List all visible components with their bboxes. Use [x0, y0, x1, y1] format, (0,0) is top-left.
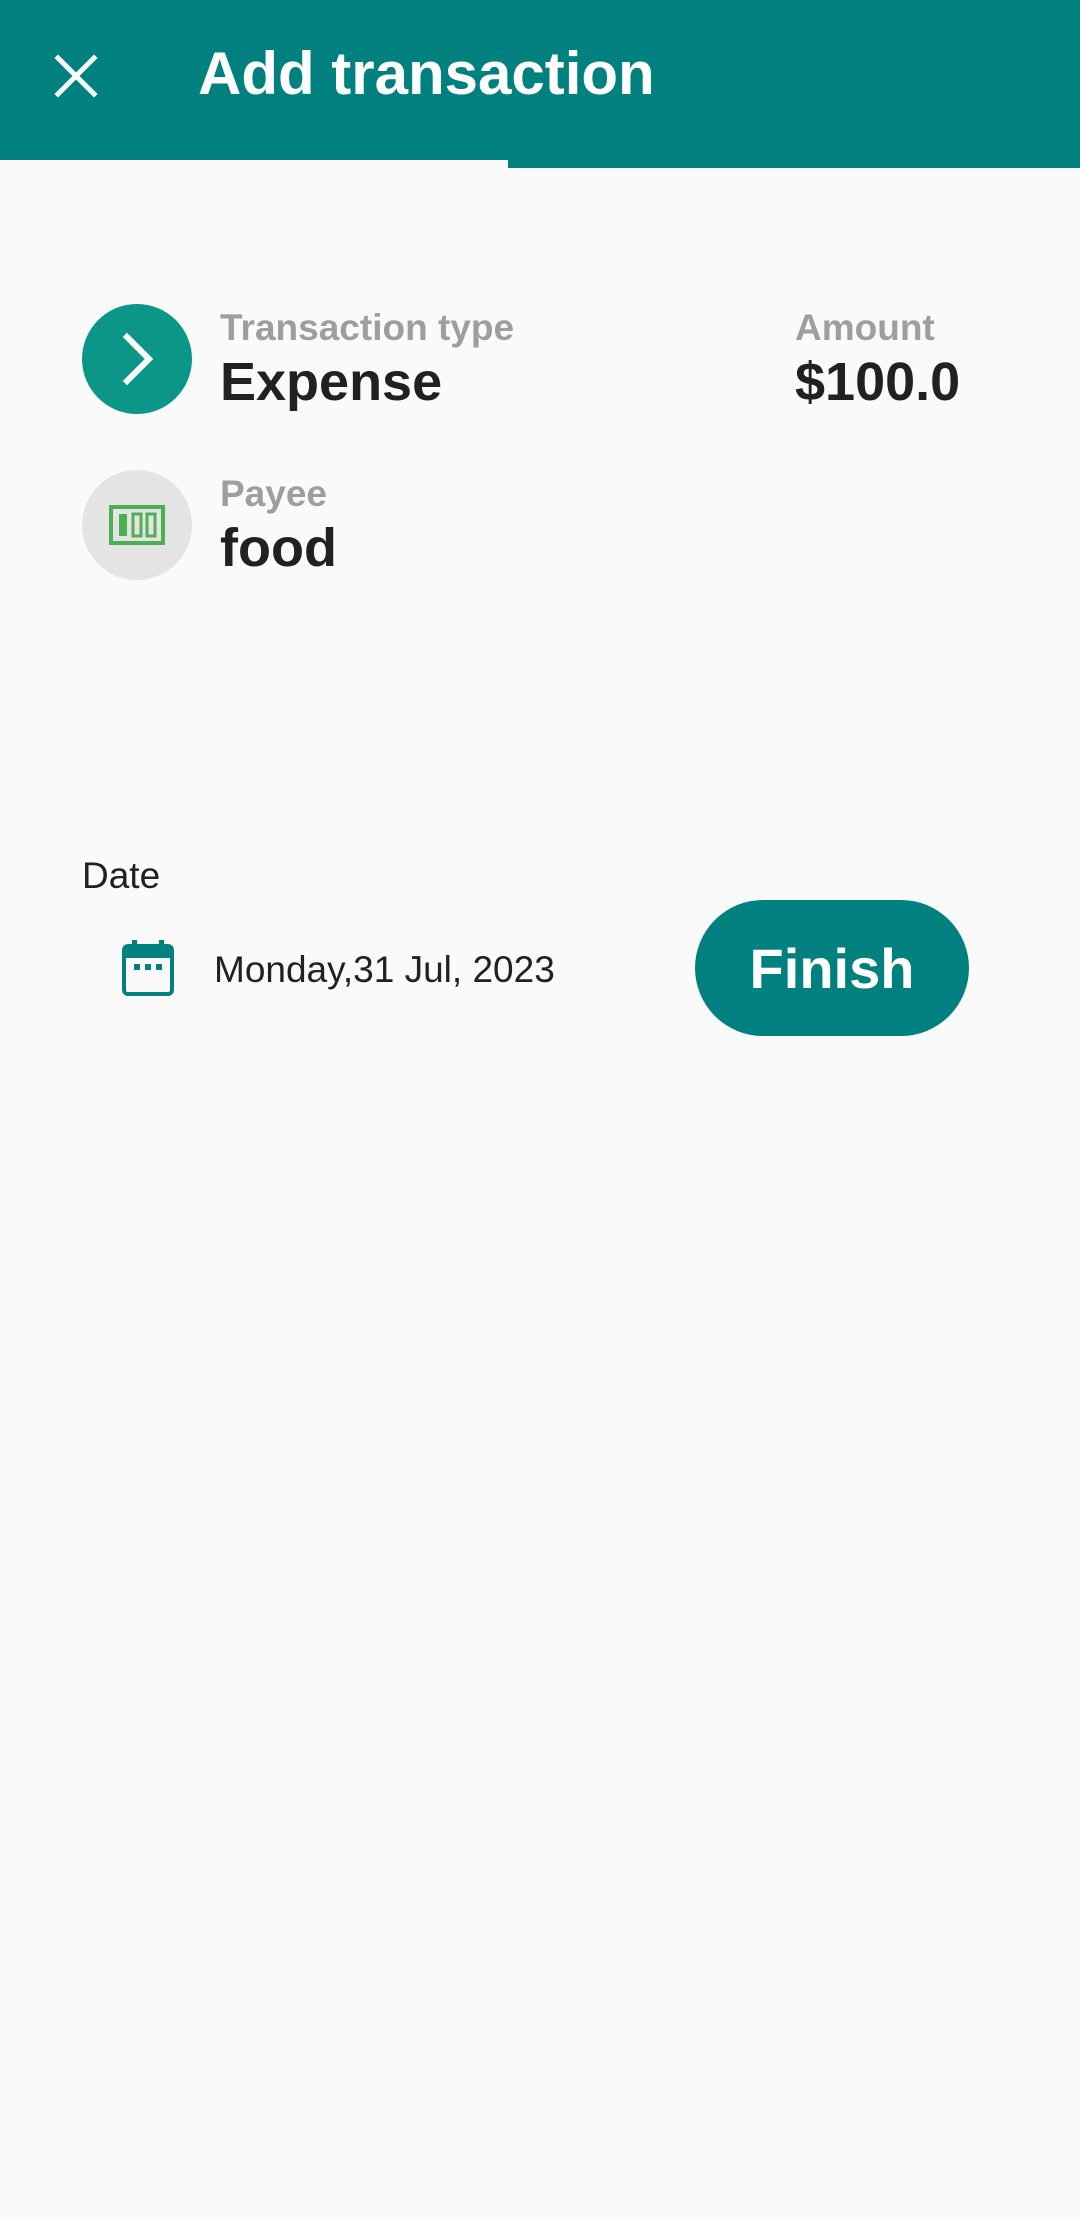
date-label: Date: [82, 855, 161, 896]
transaction-type-avatar: [82, 304, 192, 414]
page-title: Add transaction: [198, 40, 655, 107]
finish-button[interactable]: Finish: [695, 900, 969, 1036]
money-icon: [109, 505, 165, 545]
amount-label: Amount: [795, 307, 935, 348]
app-bar: Add transaction: [0, 0, 1080, 168]
date-picker[interactable]: Monday,31 Jul, 2023: [110, 920, 630, 1020]
payee-row[interactable]: Payee food: [82, 470, 998, 580]
close-button[interactable]: [36, 36, 116, 116]
progress-bar-fill: [0, 160, 508, 168]
transaction-type-row[interactable]: Transaction type Expense Amount $100.0: [82, 304, 998, 414]
chevron-right-icon: [122, 332, 154, 386]
date-value: Monday,31 Jul, 2023: [214, 949, 555, 990]
progress-bar: [0, 160, 1080, 168]
calendar-icon: [122, 940, 174, 996]
payee-value: food: [220, 518, 337, 578]
payee-label: Payee: [220, 473, 327, 514]
amount-value[interactable]: $100.0: [795, 350, 960, 414]
close-icon: [54, 54, 98, 98]
transaction-type-label: Transaction type: [220, 307, 515, 348]
payee-avatar: [82, 470, 192, 580]
transaction-type-value: Expense: [220, 352, 443, 412]
